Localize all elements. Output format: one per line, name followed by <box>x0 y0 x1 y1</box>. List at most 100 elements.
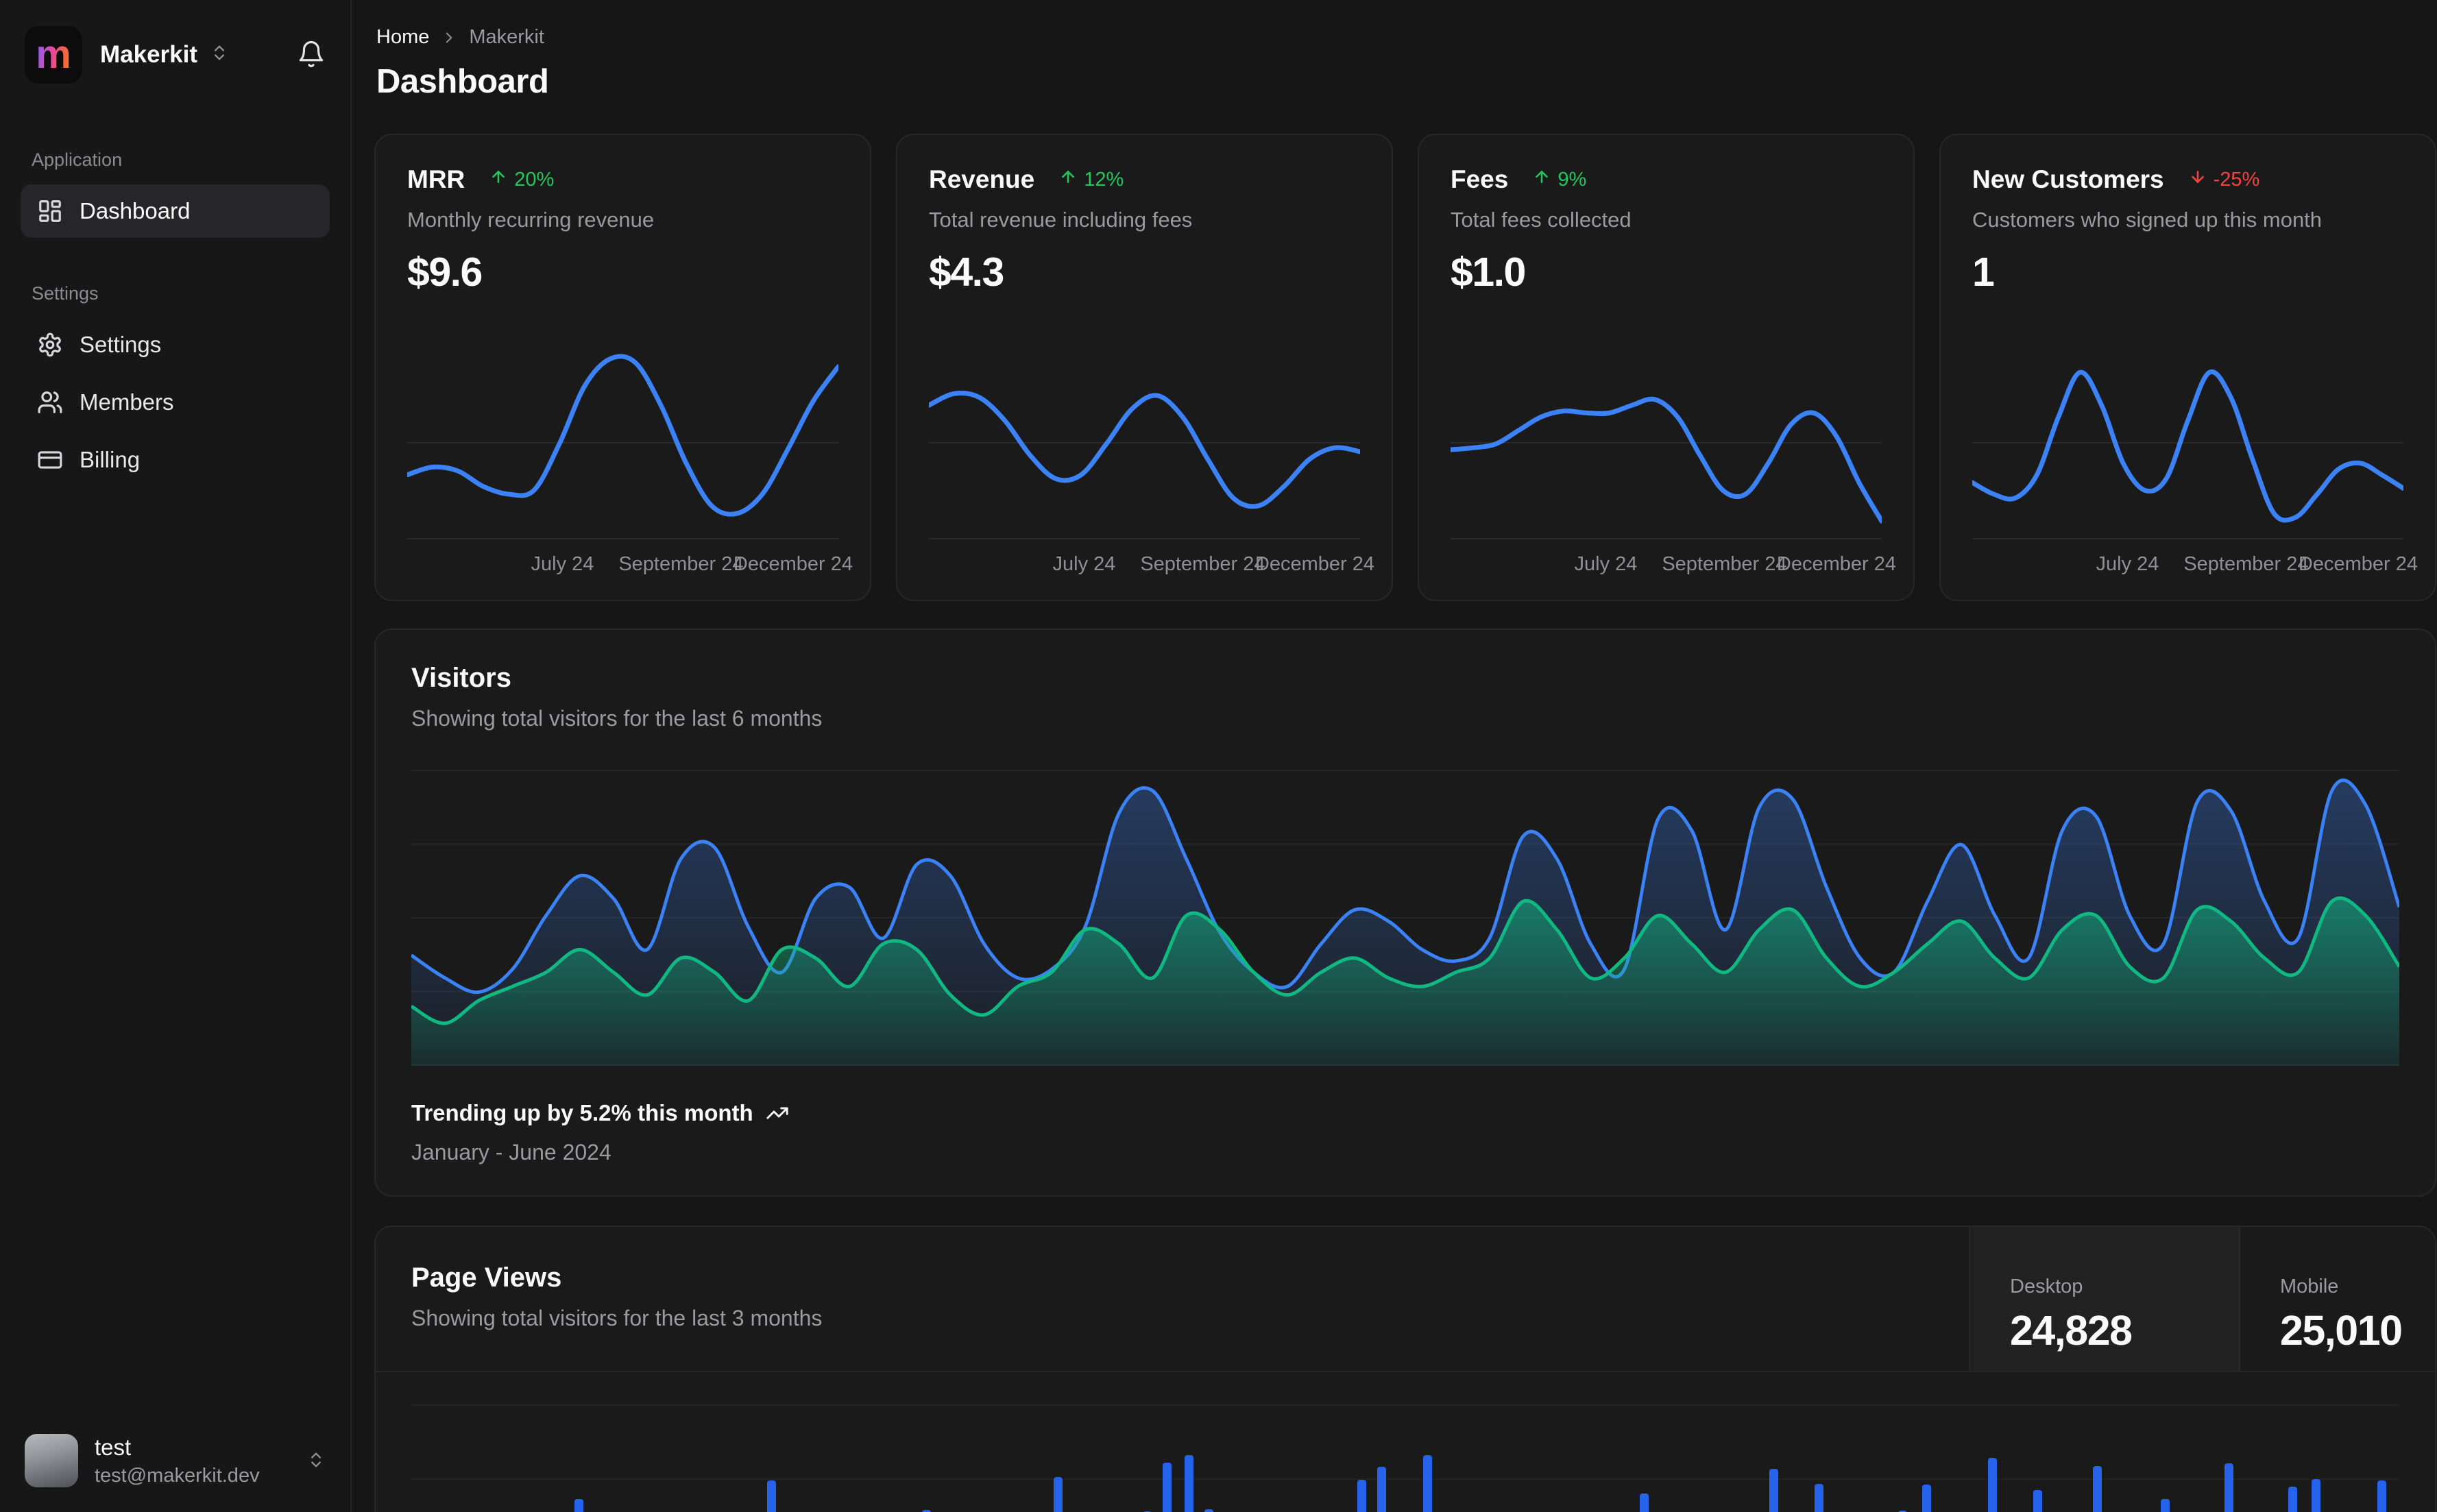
bar <box>1922 1485 1931 1512</box>
bell-icon <box>297 40 326 71</box>
stat-cards-row: MRR 20% Monthly recurring revenue $9.6 J… <box>374 134 2436 601</box>
bar <box>2033 1490 2043 1512</box>
bar <box>1423 1455 1433 1512</box>
stat-card-mrr: MRR 20% Monthly recurring revenue $9.6 J… <box>374 134 871 601</box>
x-axis: July 24 September 24 December 24 <box>531 553 853 575</box>
sidebar: m Makerkit Application Dashboard Setting… <box>0 0 352 1512</box>
bar <box>1163 1463 1172 1512</box>
visitors-title: Visitors <box>411 663 511 693</box>
visitors-date-range: January - June 2024 <box>411 1140 611 1165</box>
bar <box>1357 1480 1367 1512</box>
stat-card-fees: Fees 9% Total fees collected $1.0 July 2… <box>1418 134 1915 601</box>
page-views-header: Page Views Showing total visitors for th… <box>376 1227 2435 1372</box>
bar <box>1204 1509 1214 1512</box>
bar <box>2312 1479 2321 1512</box>
stat-value: $4.3 <box>929 249 1004 295</box>
app-root: m Makerkit Application Dashboard Setting… <box>0 0 2437 1512</box>
layout-dashboard-icon <box>37 198 63 224</box>
sparkline-chart: July 24 September 24 December 24 <box>1451 332 1896 582</box>
stat-title: Revenue <box>929 165 1035 193</box>
sidebar-nav-settings: Settings Members Billing <box>21 318 330 487</box>
chevrons-up-down-icon <box>306 1450 326 1472</box>
bar <box>2288 1487 2297 1512</box>
chevrons-up-down-icon <box>210 41 229 69</box>
trend-badge: 9% <box>1533 168 1586 191</box>
sidebar-item-label: Members <box>80 389 174 415</box>
bar <box>1053 1477 1063 1512</box>
main-content: Home Makerkit Dashboard MRR 20% Monthly … <box>352 0 2437 1512</box>
bar <box>767 1480 777 1512</box>
credit-card-icon <box>37 447 63 473</box>
trending-up-icon <box>766 1101 789 1125</box>
trend-badge: 20% <box>489 168 554 191</box>
page-views-bar-chart <box>411 1372 2399 1512</box>
stat-description: Total revenue including fees <box>929 208 1193 232</box>
team-switcher[interactable]: Makerkit <box>100 41 229 69</box>
notifications-button[interactable] <box>297 40 326 71</box>
x-axis: July 24 September 24 December 24 <box>2096 553 2418 575</box>
visitors-card: Visitors Showing total visitors for the … <box>374 629 2436 1197</box>
gear-icon <box>37 332 63 358</box>
bar <box>1640 1493 1649 1512</box>
team-name: Makerkit <box>100 41 198 68</box>
visitors-trend-note: Trending up by 5.2% this month <box>411 1100 753 1125</box>
sidebar-item-label: Settings <box>80 332 162 357</box>
visitors-area-chart <box>411 770 2399 1066</box>
sidebar-item-dashboard[interactable]: Dashboard <box>21 184 330 238</box>
stat-description: Monthly recurring revenue <box>407 208 655 232</box>
stat-value: 1 <box>1972 249 1995 295</box>
sidebar-header: m Makerkit <box>21 23 330 86</box>
bar <box>1769 1469 1778 1512</box>
bar <box>1815 1484 1824 1512</box>
sidebar-footer: test test@makerkit.dev <box>21 1430 330 1491</box>
bar <box>1377 1467 1387 1512</box>
visitors-footer: Trending up by 5.2% this month January -… <box>411 1100 2399 1165</box>
sidebar-nav-application: Dashboard <box>21 184 330 238</box>
bar <box>1185 1455 1194 1512</box>
bar <box>2224 1463 2233 1512</box>
user-name: test <box>95 1434 132 1460</box>
stat-title: MRR <box>407 165 465 193</box>
stat-value: $1.0 <box>1451 249 1526 295</box>
page-views-title: Page Views <box>411 1263 562 1293</box>
sparkline-chart: July 24 September 24 December 24 <box>929 332 1374 582</box>
tab-mobile[interactable]: Mobile 25,010 <box>2239 1227 2435 1371</box>
user-menu[interactable]: test test@makerkit.dev <box>21 1430 330 1491</box>
visitors-subtitle: Showing total visitors for the last 6 mo… <box>411 706 823 731</box>
tab-desktop[interactable]: Desktop 24,828 <box>1969 1227 2239 1371</box>
arrow-up-icon <box>489 168 507 191</box>
bar <box>1987 1458 1997 1512</box>
sidebar-section-application: Application <box>32 149 123 170</box>
chevron-right-icon <box>440 29 458 47</box>
stat-card-new-customers: New Customers -25% Customers who signed … <box>1939 134 2436 601</box>
arrow-up-icon <box>1533 168 1551 191</box>
stat-value: $9.6 <box>407 249 483 295</box>
sparkline-chart: July 24 September 24 December 24 <box>407 332 853 582</box>
trend-badge: -25% <box>2189 168 2259 191</box>
users-icon <box>37 389 63 415</box>
stat-description: Customers who signed up this month <box>1972 208 2323 232</box>
breadcrumb-home[interactable]: Home <box>376 26 429 49</box>
sidebar-section-settings: Settings <box>32 283 99 304</box>
avatar <box>25 1434 78 1487</box>
user-email: test@makerkit.dev <box>95 1464 260 1487</box>
arrow-up-icon <box>1059 168 1077 191</box>
sidebar-item-members[interactable]: Members <box>21 376 330 429</box>
sidebar-item-label: Billing <box>80 447 141 472</box>
stat-description: Total fees collected <box>1451 208 1632 232</box>
x-axis: July 24 September 24 December 24 <box>1574 553 1896 575</box>
bar <box>2377 1480 2387 1512</box>
stat-title: Fees <box>1451 165 1509 193</box>
logo-letter: m <box>36 32 71 77</box>
bar <box>2093 1466 2102 1512</box>
breadcrumb-current: Makerkit <box>469 26 544 48</box>
sidebar-item-settings[interactable]: Settings <box>21 318 330 371</box>
page-title: Dashboard <box>376 63 549 100</box>
page-views-card: Page Views Showing total visitors for th… <box>374 1226 2436 1512</box>
bar <box>2161 1499 2170 1512</box>
sidebar-item-label: Dashboard <box>80 198 191 223</box>
page-views-subtitle: Showing total visitors for the last 3 mo… <box>411 1306 823 1330</box>
sparkline-chart: July 24 September 24 December 24 <box>1972 332 2418 582</box>
sidebar-item-billing[interactable]: Billing <box>21 433 330 487</box>
bar <box>574 1499 583 1512</box>
